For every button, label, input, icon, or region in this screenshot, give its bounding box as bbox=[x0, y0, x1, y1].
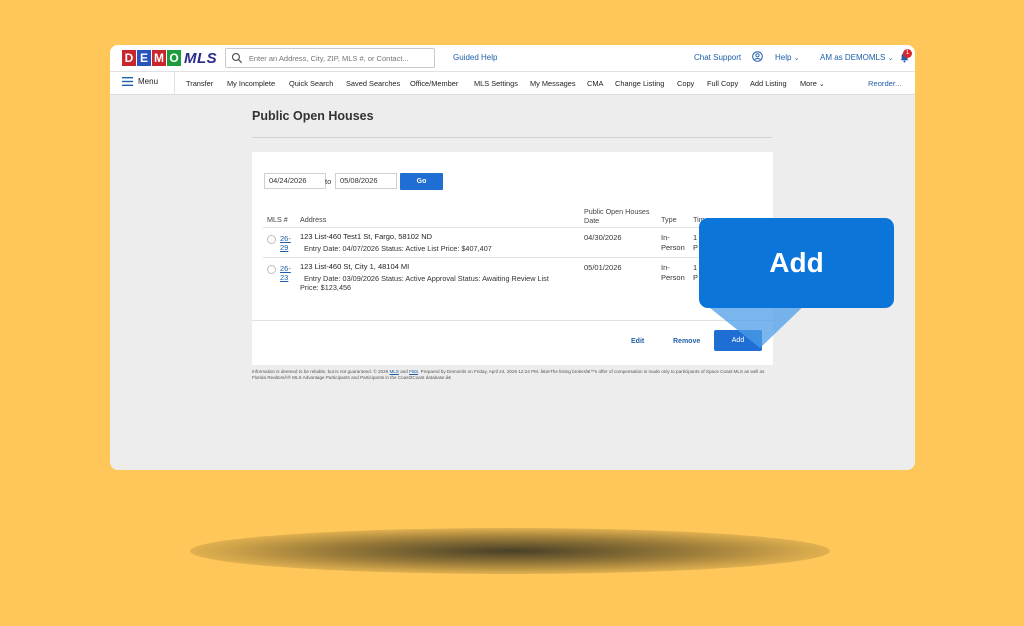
row-type-part: In- bbox=[661, 233, 670, 242]
chat-support-link[interactable]: Chat Support bbox=[694, 53, 741, 62]
nav-item-office-member[interactable]: Office/Member bbox=[410, 79, 458, 88]
title-divider bbox=[252, 137, 772, 138]
hamburger-icon bbox=[122, 77, 133, 86]
header-address: Address bbox=[300, 215, 327, 224]
menu-label: Menu bbox=[138, 77, 159, 86]
row-type-part: In- bbox=[661, 263, 670, 272]
go-button[interactable]: Go bbox=[400, 173, 443, 190]
header-date-line2: Date bbox=[584, 216, 600, 225]
nav-item-transfer[interactable]: Transfer bbox=[186, 79, 213, 88]
menu-button[interactable]: Menu bbox=[122, 77, 158, 86]
row-time-part: 1 bbox=[693, 233, 698, 242]
header-type: Type bbox=[661, 215, 677, 224]
disclaimer-part: Information is deemed to be reliable, bu… bbox=[252, 369, 390, 374]
logo-letter-o: O bbox=[167, 50, 181, 66]
nav-item-mls-settings[interactable]: MLS Settings bbox=[474, 79, 518, 88]
mls-link[interactable]: MLS bbox=[389, 369, 398, 374]
header-date-line1: Public Open Houses bbox=[584, 207, 650, 216]
floor-shadow bbox=[190, 528, 830, 574]
mls-number-part: 29 bbox=[280, 243, 289, 252]
row-time: 1 P bbox=[693, 263, 698, 282]
row-time: 1 P bbox=[693, 233, 698, 252]
add-callout: Add bbox=[699, 218, 894, 308]
date-to-input[interactable]: 05/08/2026 bbox=[335, 173, 397, 189]
nav-item-my-incomplete[interactable]: My Incomplete bbox=[227, 79, 275, 88]
disclaimer-part: and bbox=[398, 369, 410, 374]
logo-letter-e: E bbox=[137, 50, 151, 66]
row-divider bbox=[263, 257, 773, 258]
header-mls: MLS # bbox=[267, 215, 288, 224]
disclaimer-text: Information is deemed to be reliable, bu… bbox=[252, 369, 772, 380]
row-type-part: Person bbox=[661, 272, 685, 282]
chevron-down-icon: ⌄ bbox=[887, 55, 894, 62]
nav-divider bbox=[174, 72, 175, 94]
logo-letter-m: M bbox=[152, 50, 166, 66]
remove-button[interactable]: Remove bbox=[673, 338, 700, 345]
mls-number-link[interactable]: 26- 29 bbox=[280, 234, 294, 252]
user-label: AM as DEMOMLS bbox=[820, 53, 886, 62]
help-menu[interactable]: Help ⌄ bbox=[775, 53, 800, 62]
edit-button[interactable]: Edit bbox=[631, 338, 644, 345]
row-time-part: P bbox=[693, 272, 699, 282]
more-label: More bbox=[800, 79, 817, 88]
help-label: Help bbox=[775, 53, 792, 62]
reorder-link[interactable]: Reorder... bbox=[868, 79, 901, 88]
chevron-down-icon: ⌄ bbox=[793, 55, 800, 62]
callout-pointer bbox=[700, 300, 810, 348]
header-date: Public Open Houses Date bbox=[584, 207, 650, 225]
row-date: 04/30/2026 bbox=[584, 233, 622, 242]
row-time-part: 1 bbox=[693, 263, 698, 272]
row-time-part: P bbox=[693, 242, 699, 252]
user-circle-icon[interactable] bbox=[752, 51, 763, 62]
header-divider bbox=[263, 227, 773, 228]
row-date: 05/01/2026 bbox=[584, 263, 622, 272]
row-details-continued: Price: $123,456 bbox=[300, 283, 352, 292]
row-address: 123 List-460 Test1 St, Fargo, 58102 ND bbox=[300, 232, 433, 241]
logo-suffix: MLS bbox=[184, 49, 218, 67]
nav-item-add-listing[interactable]: Add Listing bbox=[750, 79, 787, 88]
fbs-link[interactable]: FBS bbox=[409, 369, 418, 374]
notification-badge: 1 bbox=[903, 49, 912, 58]
nav-item-full-copy[interactable]: Full Copy bbox=[707, 79, 738, 88]
search-input[interactable] bbox=[246, 52, 434, 64]
demomls-logo[interactable]: D E M O MLS bbox=[122, 49, 217, 67]
mls-number-part: 23 bbox=[280, 273, 289, 282]
mls-number-part: 26- bbox=[280, 234, 291, 243]
nav-item-saved-searches[interactable]: Saved Searches bbox=[346, 79, 400, 88]
search-icon bbox=[231, 52, 243, 64]
row-address: 123 List-460 St, City 1, 48104 MI bbox=[300, 262, 410, 271]
to-label: to bbox=[325, 177, 332, 186]
row-type-part: Person bbox=[661, 242, 685, 252]
global-search bbox=[225, 48, 435, 68]
mls-number-part: 26- bbox=[280, 264, 291, 273]
nav-item-cma[interactable]: CMA bbox=[587, 79, 603, 88]
top-bar: D E M O MLS Guided Help Chat Support Hel… bbox=[110, 45, 915, 72]
nav-item-change-listing[interactable]: Change Listing bbox=[615, 79, 664, 88]
nav-bar: Menu Transfer My Incomplete Quick Search… bbox=[110, 72, 915, 95]
user-menu[interactable]: AM as DEMOMLS ⌄ bbox=[820, 53, 893, 62]
nav-item-my-messages[interactable]: My Messages bbox=[530, 79, 576, 88]
page-title: Public Open Houses bbox=[252, 109, 374, 123]
row-select-radio[interactable] bbox=[267, 235, 276, 244]
nav-item-more[interactable]: More ⌄ bbox=[800, 79, 825, 88]
row-select-radio[interactable] bbox=[267, 265, 276, 274]
row-details: Entry Date: 04/07/2026 Status: Active Li… bbox=[304, 244, 492, 253]
chevron-down-icon: ⌄ bbox=[818, 81, 825, 88]
row-type: In- Person bbox=[661, 263, 685, 282]
nav-item-copy[interactable]: Copy bbox=[677, 79, 694, 88]
date-from-input[interactable]: 04/24/2026 bbox=[264, 173, 326, 189]
logo-letter-d: D bbox=[122, 50, 136, 66]
open-houses-panel: 04/24/2026 to 05/08/2026 Go MLS # Addres… bbox=[252, 152, 773, 365]
actions-divider bbox=[252, 320, 773, 321]
nav-item-quick-search[interactable]: Quick Search bbox=[289, 79, 333, 88]
row-type: In- Person bbox=[661, 233, 685, 252]
mls-number-link[interactable]: 26- 23 bbox=[280, 264, 294, 282]
guided-help-link[interactable]: Guided Help bbox=[453, 53, 497, 62]
